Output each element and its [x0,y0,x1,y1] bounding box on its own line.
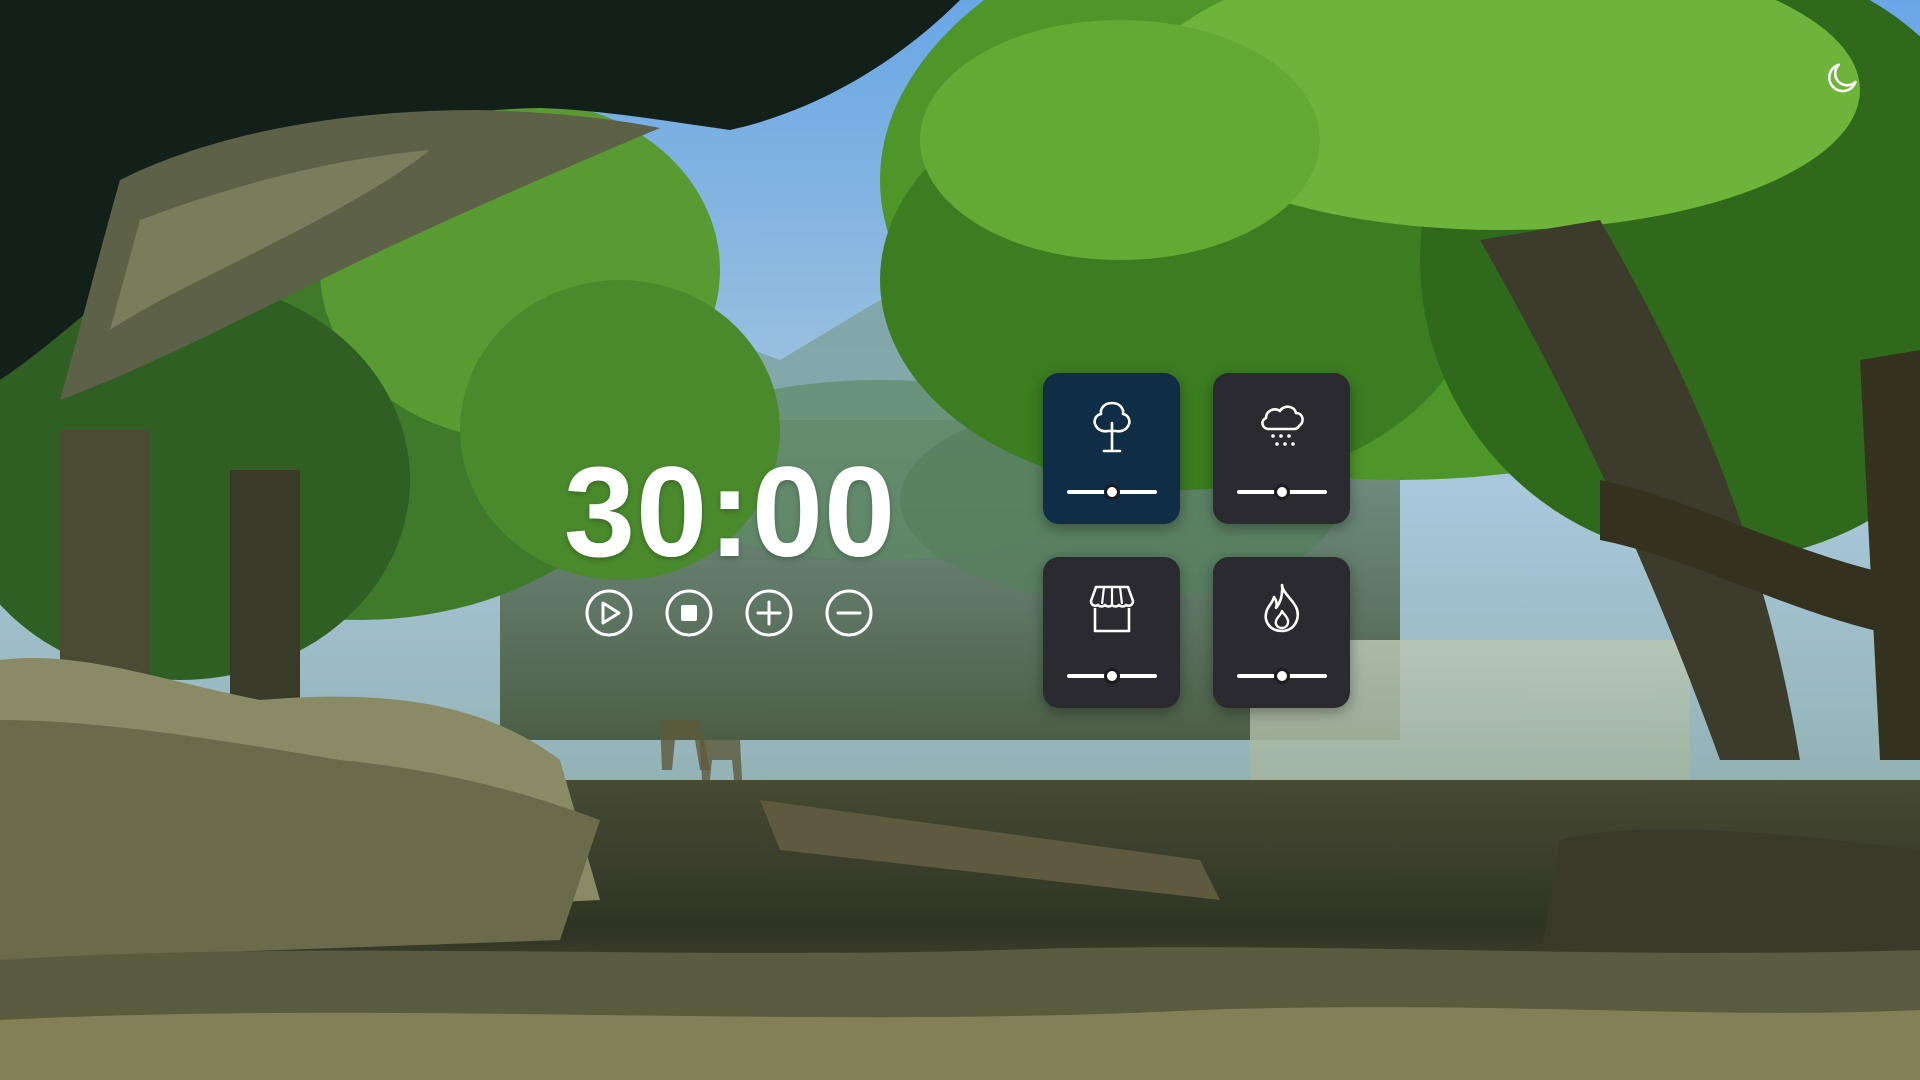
rain-cloud-icon [1261,405,1304,446]
forest-background [0,0,1920,1080]
stop-icon [665,589,713,637]
sound-tile-cafe[interactable] [1043,557,1180,708]
plus-icon [745,589,793,637]
play-button[interactable] [584,588,634,638]
sound-tile-forest[interactable] [1043,373,1180,524]
sound-tile-fireplace[interactable] [1213,557,1350,708]
theme-toggle-button[interactable] [1820,56,1864,100]
cafe-volume-slider[interactable] [1067,666,1157,686]
minus-icon [825,589,873,637]
moon-icon [1828,63,1857,93]
fireplace-volume-slider[interactable] [1237,666,1327,686]
flame-icon [1264,583,1300,633]
decrease-time-button[interactable] [824,588,874,638]
sound-tile-rain[interactable] [1213,373,1350,524]
tree-icon [1093,401,1131,453]
forest-volume-slider[interactable] [1067,482,1157,502]
rain-volume-thumb[interactable] [1274,484,1290,500]
storefront-icon [1089,585,1135,633]
stop-button[interactable] [664,588,714,638]
timer-display: 30:00 [563,441,897,584]
forest-volume-thumb[interactable] [1104,484,1120,500]
fireplace-volume-thumb[interactable] [1274,668,1290,684]
rain-volume-slider[interactable] [1237,482,1327,502]
ambient-sound-grid [1043,373,1350,708]
play-icon [585,589,633,637]
timer-controls [584,588,874,638]
cafe-volume-thumb[interactable] [1104,668,1120,684]
increase-time-button[interactable] [744,588,794,638]
